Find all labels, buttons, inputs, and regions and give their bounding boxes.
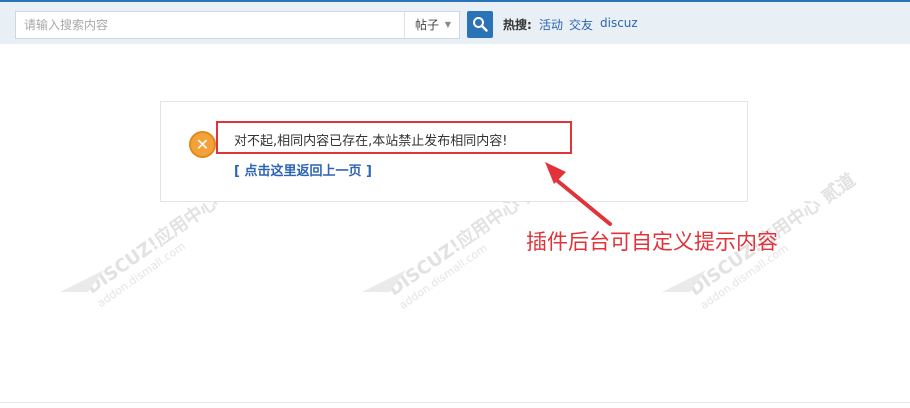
search-type-select[interactable]: 帖子 ▼ [404, 12, 460, 38]
divider [0, 402, 910, 403]
hot-link-activity[interactable]: 活动 [539, 16, 563, 33]
top-search-bar: 帖子 ▼ 热搜: 活动 交友 discuz [0, 0, 910, 44]
search-icon [473, 17, 488, 32]
annotation-text: 插件后台可自定义提示内容 [526, 230, 778, 254]
hot-link-discuz[interactable]: discuz [600, 16, 638, 30]
search-button[interactable] [467, 11, 493, 38]
hot-search-label: 热搜: [503, 18, 532, 32]
search-input[interactable] [16, 12, 404, 38]
watermark-arrow-icon [662, 270, 706, 292]
hot-link-friends[interactable]: 交友 [569, 16, 593, 33]
error-icon: ✕ [189, 131, 216, 158]
search-box: 帖子 ▼ [15, 11, 460, 39]
watermark-arrow-icon [362, 270, 406, 292]
notice-message: 对不起,相同内容已存在,本站禁止发布相同内容! [234, 134, 508, 149]
back-link[interactable]: [ 点击这里返回上一页 ] [234, 160, 372, 179]
chevron-down-icon: ▼ [444, 20, 451, 29]
watermark-arrow-icon [60, 270, 104, 292]
search-type-label: 帖子 [415, 18, 440, 32]
annotation-arrow-icon [545, 162, 612, 226]
